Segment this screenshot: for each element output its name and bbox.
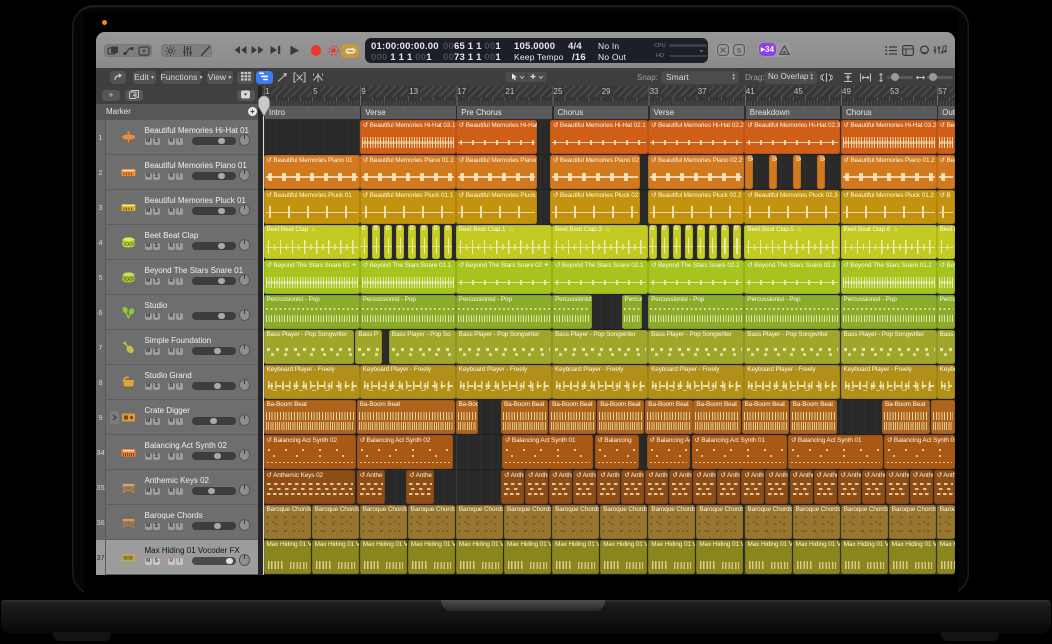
svg-text:S: S [736, 46, 741, 55]
